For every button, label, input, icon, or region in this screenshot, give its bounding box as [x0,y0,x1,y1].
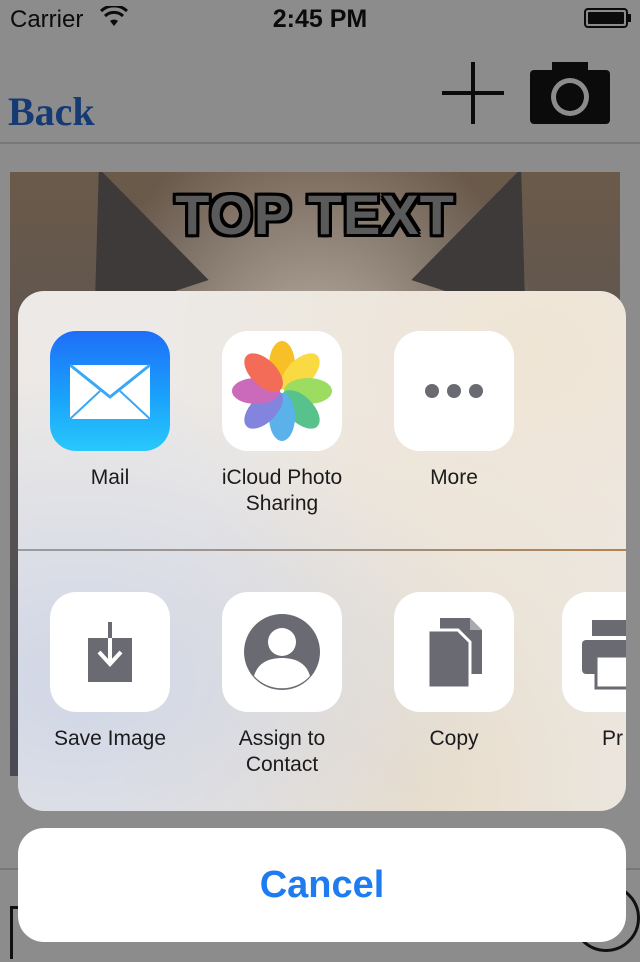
share-item-label: More [430,466,478,489]
photos-icon [222,331,342,451]
share-item-label: Assign to Contact [238,727,326,776]
nav-bar: Back [0,40,640,144]
share-sheet: Mail iCloud Photo Sharing More Save Imag… [18,291,626,811]
more-icon [394,331,514,451]
share-mail[interactable]: Mail [24,331,196,491]
contact-icon [222,592,342,712]
plus-icon[interactable] [440,60,506,126]
back-button[interactable]: Back [8,88,95,135]
share-apps-row: Mail iCloud Photo Sharing More [18,291,626,531]
save-image-icon [50,592,170,712]
share-more[interactable]: More [368,331,540,491]
share-copy[interactable]: Copy [368,592,540,752]
mail-icon [50,331,170,451]
status-time: 2:45 PM [272,5,368,33]
share-assign-to-contact[interactable]: Assign to Contact [196,592,368,778]
copy-icon [394,592,514,712]
share-item-label: Copy [429,727,479,750]
battery-icon [584,8,631,28]
cancel-button[interactable]: Cancel [18,828,626,942]
share-actions-row: Save Image Assign to Contact Copy Pr [18,551,626,791]
share-item-label: iCloud Photo Sharing [221,466,343,515]
print-icon [562,592,626,712]
status-bar: Carrier 2:45 PM [0,0,640,40]
share-item-label: Save Image [53,727,167,750]
share-item-label: Pr [602,727,623,750]
share-icloud-photo-sharing[interactable]: iCloud Photo Sharing [196,331,368,517]
camera-icon[interactable] [528,60,612,126]
share-save-image[interactable]: Save Image [24,592,196,752]
meme-top-text[interactable]: TOP TEXT [10,182,620,247]
share-item-label: Mail [90,466,130,489]
share-print[interactable]: Pr [522,592,626,752]
